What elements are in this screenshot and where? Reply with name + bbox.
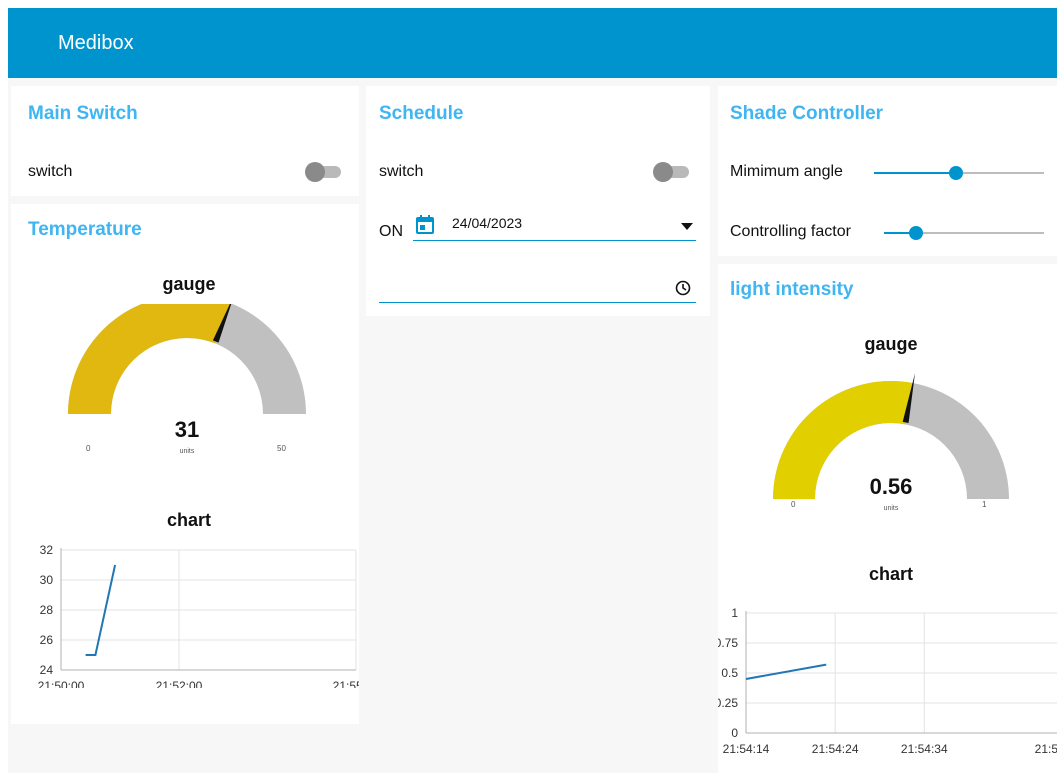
chevron-down-icon[interactable] — [681, 223, 693, 231]
temperature-gauge-min: 0 — [86, 444, 91, 453]
x-tick-label: 21:54:24 — [812, 742, 859, 756]
light-chart: 1 0.75 0.5 0.25 0 21:54:14 21:54:24 21:54:34 21:… — [718, 606, 1057, 756]
main-switch-card: Main Switch switch — [11, 86, 359, 196]
x-tick-label: 21:55:00 — [333, 679, 359, 688]
temperature-chart-title: chart — [166, 510, 211, 530]
temperature-gauge-max: 50 — [277, 444, 286, 453]
slider-thumb[interactable] — [909, 226, 923, 240]
light-intensity-card: light intensity gauge 0.56 units 0 1 cha… — [718, 264, 1057, 773]
light-chart-title: chart — [868, 564, 913, 584]
light-gauge-title: gauge — [864, 334, 918, 354]
min-angle-label: Mimimum angle — [730, 163, 843, 180]
main-switch-label: switch — [28, 163, 73, 180]
temperature-chart: 32 30 28 26 24 21:50:00 21:52:00 21:55:00 — [38, 543, 359, 688]
y-tick-label: 1 — [731, 606, 738, 620]
schedule-date-value: 24/04/2023 — [452, 215, 523, 231]
shade-controller-card: Shade Controller Mimimum angle Controlli… — [718, 86, 1057, 256]
temperature-gauge-units: units — [179, 448, 195, 455]
temperature-gauge-value: 31 — [174, 417, 200, 442]
y-tick-label: 0.25 — [718, 696, 738, 710]
light-gauge-value: 0.56 — [869, 474, 913, 499]
schedule-switch-label: switch — [379, 163, 424, 180]
temperature-title: Temperature — [28, 219, 142, 240]
y-tick-label: 28 — [40, 603, 54, 617]
y-tick-label: 0.5 — [721, 666, 738, 680]
light-intensity-title: light intensity — [730, 279, 854, 300]
temperature-gauge-title: gauge — [162, 274, 216, 294]
dashboard-content: Main Switch switch Temperature gauge 31 … — [8, 78, 1057, 773]
schedule-title: Schedule — [379, 103, 464, 124]
x-tick-label: 21:50:00 — [38, 679, 85, 688]
top-bar: Medibox — [8, 8, 1057, 78]
controlling-factor-slider[interactable] — [884, 223, 1044, 243]
schedule-date-field[interactable]: 24/04/2023 — [413, 210, 696, 241]
series-line — [745, 663, 827, 680]
y-tick-label: 32 — [40, 543, 54, 557]
y-tick-label: 24 — [40, 663, 54, 677]
switch-knob — [305, 162, 325, 182]
main-switch-title: Main Switch — [28, 103, 138, 124]
x-tick-label: 21:52:00 — [156, 679, 203, 688]
clock-icon[interactable] — [675, 280, 691, 296]
schedule-on-label: ON — [379, 223, 403, 240]
schedule-time-field[interactable] — [379, 272, 696, 303]
light-gauge-min: 0 — [791, 500, 796, 509]
x-tick-label: 21:54:14 — [723, 742, 770, 756]
main-switch-toggle[interactable] — [305, 162, 341, 182]
y-tick-label: 0.75 — [718, 636, 738, 650]
slider-thumb[interactable] — [948, 166, 963, 180]
light-gauge-units: units — [883, 505, 899, 512]
calendar-icon[interactable] — [415, 215, 435, 235]
y-tick-label: 0 — [731, 726, 738, 740]
slider-fill — [874, 172, 956, 174]
switch-knob — [653, 162, 673, 182]
schedule-card: Schedule switch ON 24/04/2023 — [366, 86, 710, 316]
app-title: Medibox — [58, 32, 134, 54]
min-angle-slider[interactable] — [874, 163, 1044, 183]
shade-controller-title: Shade Controller — [730, 103, 884, 124]
x-tick-label: 21:54:49 — [1035, 742, 1057, 756]
temperature-card: Temperature gauge 31 units 0 50 chart 32… — [11, 204, 359, 724]
gauge-fill — [68, 304, 231, 414]
y-tick-label: 26 — [40, 633, 54, 647]
light-gauge-max: 1 — [982, 500, 987, 509]
x-tick-label: 21:54:34 — [901, 742, 948, 756]
schedule-switch-toggle[interactable] — [653, 162, 689, 182]
y-tick-label: 30 — [40, 573, 54, 587]
controlling-factor-label: Controlling factor — [730, 223, 851, 240]
